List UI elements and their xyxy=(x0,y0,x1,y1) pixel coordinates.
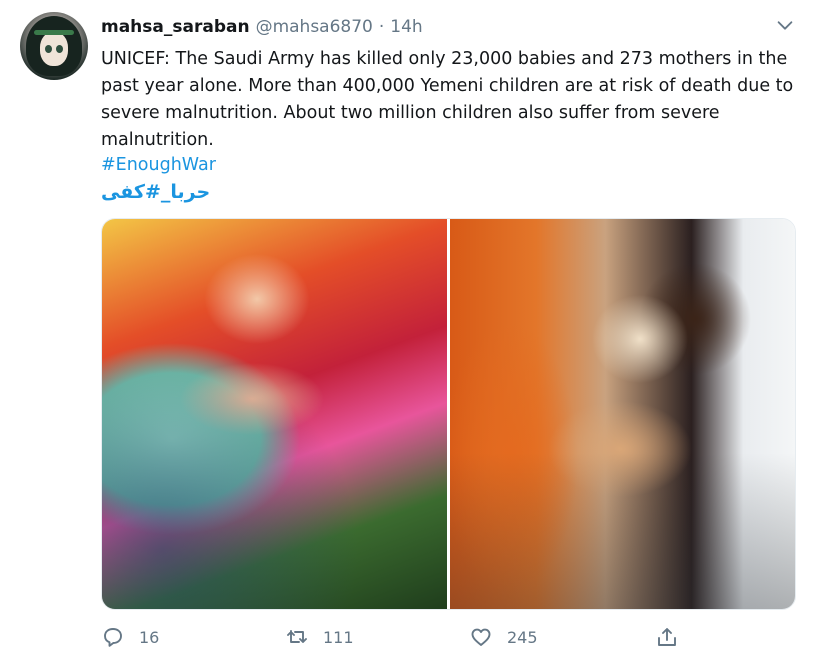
tweet-header: mahsa_saraban @mahsa6870 · 14h xyxy=(101,17,423,41)
avatar[interactable] xyxy=(20,12,88,80)
retweet-icon xyxy=(285,625,309,649)
reply-button[interactable]: 16 xyxy=(101,622,159,652)
timestamp[interactable]: 14h xyxy=(390,17,422,37)
reply-count: 16 xyxy=(139,627,160,647)
like-icon xyxy=(469,625,493,649)
retweet-button[interactable]: 111 xyxy=(285,622,354,652)
like-count: 245 xyxy=(507,627,538,647)
share-icon xyxy=(655,625,679,649)
display-name[interactable]: mahsa_saraban xyxy=(101,17,250,37)
tweet-text: UNICEF: The Saudi Army has killed only 2… xyxy=(101,49,794,150)
hashtag-enoughwar[interactable]: #EnoughWar xyxy=(101,152,216,179)
action-bar: 16 111 245 xyxy=(101,622,701,652)
tweet: mahsa_saraban @mahsa6870 · 14h UNICEF: T… xyxy=(0,0,816,664)
caret-down-icon[interactable] xyxy=(774,14,796,36)
retweet-count: 111 xyxy=(323,627,354,647)
reply-icon xyxy=(101,625,125,649)
photo-woman-holding-child[interactable] xyxy=(450,219,795,609)
photo-malnourished-infant[interactable] xyxy=(102,219,447,609)
like-button[interactable]: 245 xyxy=(469,622,538,652)
media-grid xyxy=(101,218,796,610)
share-button[interactable] xyxy=(655,622,679,652)
hashtag-arabic[interactable]: حربا_#کفی xyxy=(101,179,210,206)
separator-dot: · xyxy=(378,17,385,37)
user-handle[interactable]: @mahsa6870 xyxy=(256,17,373,37)
